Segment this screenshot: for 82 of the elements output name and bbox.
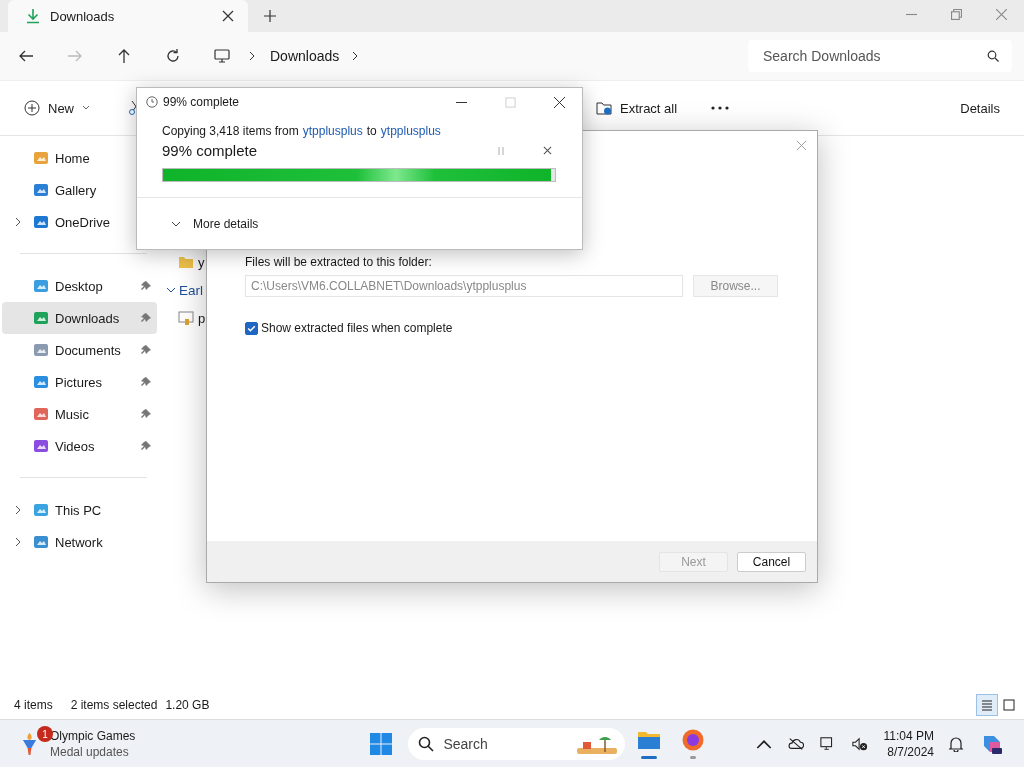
- maximize-icon: [505, 96, 516, 108]
- breadcrumb[interactable]: Downloads: [270, 48, 340, 64]
- details-view-button[interactable]: [976, 694, 998, 716]
- copy-to-text: to: [366, 124, 377, 138]
- close-icon[interactable]: [554, 96, 565, 108]
- stop-icon[interactable]: [543, 146, 552, 155]
- sidebar-item[interactable]: Music: [2, 398, 157, 430]
- extract-all-button[interactable]: Extract all: [592, 94, 682, 122]
- search-icon: [987, 50, 999, 62]
- tab-title: Downloads: [50, 8, 116, 24]
- torch-icon[interactable]: [22, 731, 37, 756]
- sidebar-item[interactable]: Pictures: [2, 366, 157, 398]
- show-files-checkbox[interactable]: [245, 321, 258, 335]
- file-icon: [178, 310, 194, 326]
- expand-icon[interactable]: [14, 537, 21, 547]
- pin-icon[interactable]: [141, 313, 151, 323]
- sidebar-item[interactable]: OneDrive: [2, 206, 157, 238]
- window-tab[interactable]: Downloads: [8, 0, 248, 32]
- start-icon[interactable]: [369, 731, 394, 756]
- clock-date: 8/7/2024: [887, 743, 934, 760]
- widget-title: Olympic Games: [50, 727, 136, 744]
- new-button[interactable]: New: [20, 94, 94, 122]
- sidebar-item[interactable]: Videos: [2, 430, 157, 462]
- group-header[interactable]: Earl: [179, 282, 203, 298]
- progress-status: 99% complete: [162, 142, 259, 159]
- refresh-icon[interactable]: [165, 48, 181, 64]
- chevron-icon[interactable]: [351, 51, 360, 61]
- news-widget[interactable]: Olympic Games Medal updates: [50, 727, 136, 760]
- muted-speaker-icon[interactable]: [851, 735, 868, 752]
- sidebar-item[interactable]: Desktop: [2, 270, 157, 302]
- pictures-icon: [33, 374, 49, 390]
- clock-icon: [146, 96, 158, 108]
- new-tab-icon[interactable]: [264, 10, 276, 22]
- plus-icon: [24, 100, 40, 116]
- pin-icon[interactable]: [141, 345, 151, 355]
- pin-icon[interactable]: [141, 377, 151, 387]
- folder-icon: [178, 254, 194, 270]
- destination-link[interactable]: ytpplusplus: [380, 124, 441, 138]
- up-icon[interactable]: [116, 48, 132, 64]
- sidebar-item[interactable]: Home: [2, 142, 157, 174]
- dialog-title: 99% complete: [163, 95, 240, 109]
- item-count: 4 items: [14, 698, 53, 712]
- bell-icon[interactable]: [948, 735, 964, 752]
- list-icon: [981, 699, 993, 711]
- caret-icon: [82, 104, 90, 112]
- file-name[interactable]: p: [198, 310, 206, 326]
- browser-icon: [681, 728, 706, 752]
- restore-icon[interactable]: [951, 9, 962, 20]
- back-icon[interactable]: [18, 48, 34, 64]
- sidebar-item[interactable]: This PC: [2, 494, 157, 526]
- search-field[interactable]: Search Downloads: [748, 40, 1012, 72]
- folder-icon: [596, 100, 612, 116]
- show-files-label: Show extracted files when complete: [261, 321, 453, 335]
- source-link[interactable]: ytpplusplus: [302, 124, 363, 138]
- search-icon: [418, 735, 435, 752]
- sidebar-item[interactable]: Gallery: [2, 174, 157, 206]
- close-icon[interactable]: [222, 10, 234, 22]
- cancel-button[interactable]: Cancel: [737, 551, 806, 572]
- more-details-button[interactable]: More details: [165, 215, 265, 232]
- square-icon: [1003, 699, 1015, 711]
- expand-icon[interactable]: [14, 505, 21, 515]
- selection-count: 2 items selected: [70, 698, 158, 712]
- pin-icon[interactable]: [141, 281, 151, 291]
- chevron-icon[interactable]: [248, 51, 256, 61]
- destination-label: Files will be extracted to this folder:: [245, 255, 433, 269]
- copy-description: Copying 3,418 items from: [162, 124, 299, 138]
- expand-icon[interactable]: [14, 217, 21, 227]
- sidebar-item[interactable]: Network: [2, 526, 157, 558]
- selection-size: 1.20 GB: [165, 698, 210, 712]
- file-name[interactable]: y: [198, 254, 205, 270]
- pin-icon[interactable]: [141, 441, 151, 451]
- sidebar-item[interactable]: Documents: [2, 334, 157, 366]
- taskbar-search-field[interactable]: Search: [408, 727, 626, 760]
- clock-time: 11:04 PM: [883, 727, 934, 744]
- more-icon[interactable]: [711, 106, 730, 110]
- chevron-down-icon: [171, 220, 181, 227]
- clock[interactable]: 11:04 PM 8/7/2024: [883, 727, 934, 760]
- sidebar-item[interactable]: Downloads: [2, 302, 157, 334]
- pin-icon[interactable]: [141, 409, 151, 419]
- collapse-icon[interactable]: [166, 287, 176, 293]
- widget-subtitle: Medal updates: [50, 743, 130, 760]
- details-button[interactable]: Details: [956, 94, 1004, 122]
